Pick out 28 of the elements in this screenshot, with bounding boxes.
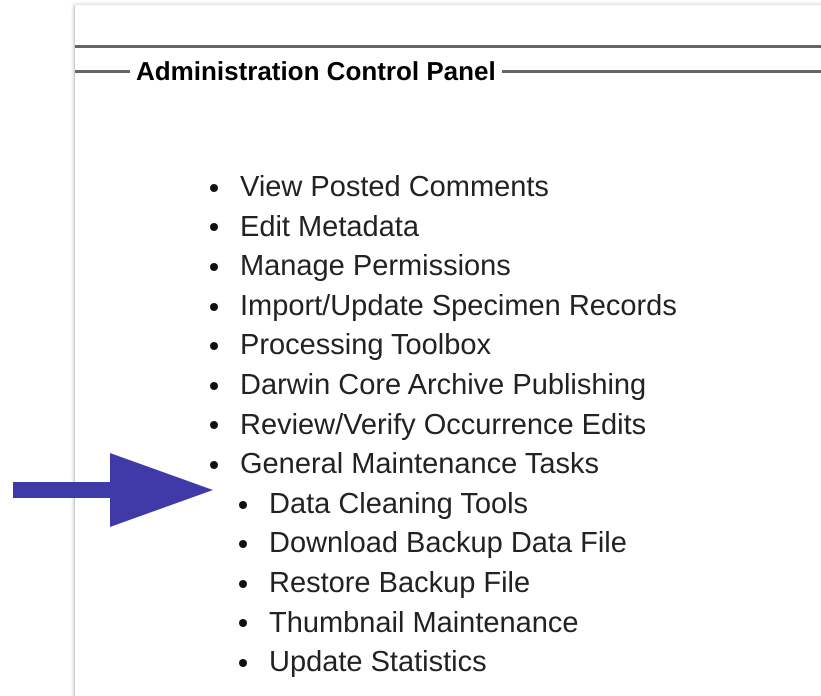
arrow-icon [13,453,213,528]
menu-link[interactable]: Update Statistics [269,643,487,683]
bullet-icon [210,460,218,469]
bullet-icon [210,421,218,430]
bullet-icon [210,382,218,390]
menu-link[interactable]: Review/Verify Occurrence Edits [240,406,646,446]
menu-link[interactable]: General Maintenance Tasks [240,445,599,485]
bullet-icon [239,619,247,628]
menu-link[interactable]: Import/Update Specimen Records [240,286,677,326]
bullet-icon [239,500,247,509]
menu-link[interactable]: Restore Backup File [269,564,530,604]
bullet-icon [210,342,218,350]
bullet-icon [239,658,247,667]
bullet-icon [239,580,247,588]
menu-link[interactable]: Edit Metadata [240,208,419,248]
menu-link[interactable]: Thumbnail Maintenance [269,604,579,644]
menu-link[interactable]: Darwin Core Archive Publishing [240,366,646,406]
bullet-icon [210,262,218,271]
bullet-icon [210,302,218,311]
bullet-icon [210,223,218,232]
menu-link[interactable]: Manage Permissions [240,247,511,287]
menu-link[interactable]: Processing Toolbox [240,326,491,366]
bullet-icon [210,184,218,192]
menu-link[interactable]: Download Backup Data File [269,524,627,564]
bullet-icon [239,540,247,548]
panel-title: Administration Control Panel [135,56,497,86]
menu-link[interactable]: View Posted Comments [240,168,549,208]
menu-link[interactable]: Data Cleaning Tools [269,484,528,524]
